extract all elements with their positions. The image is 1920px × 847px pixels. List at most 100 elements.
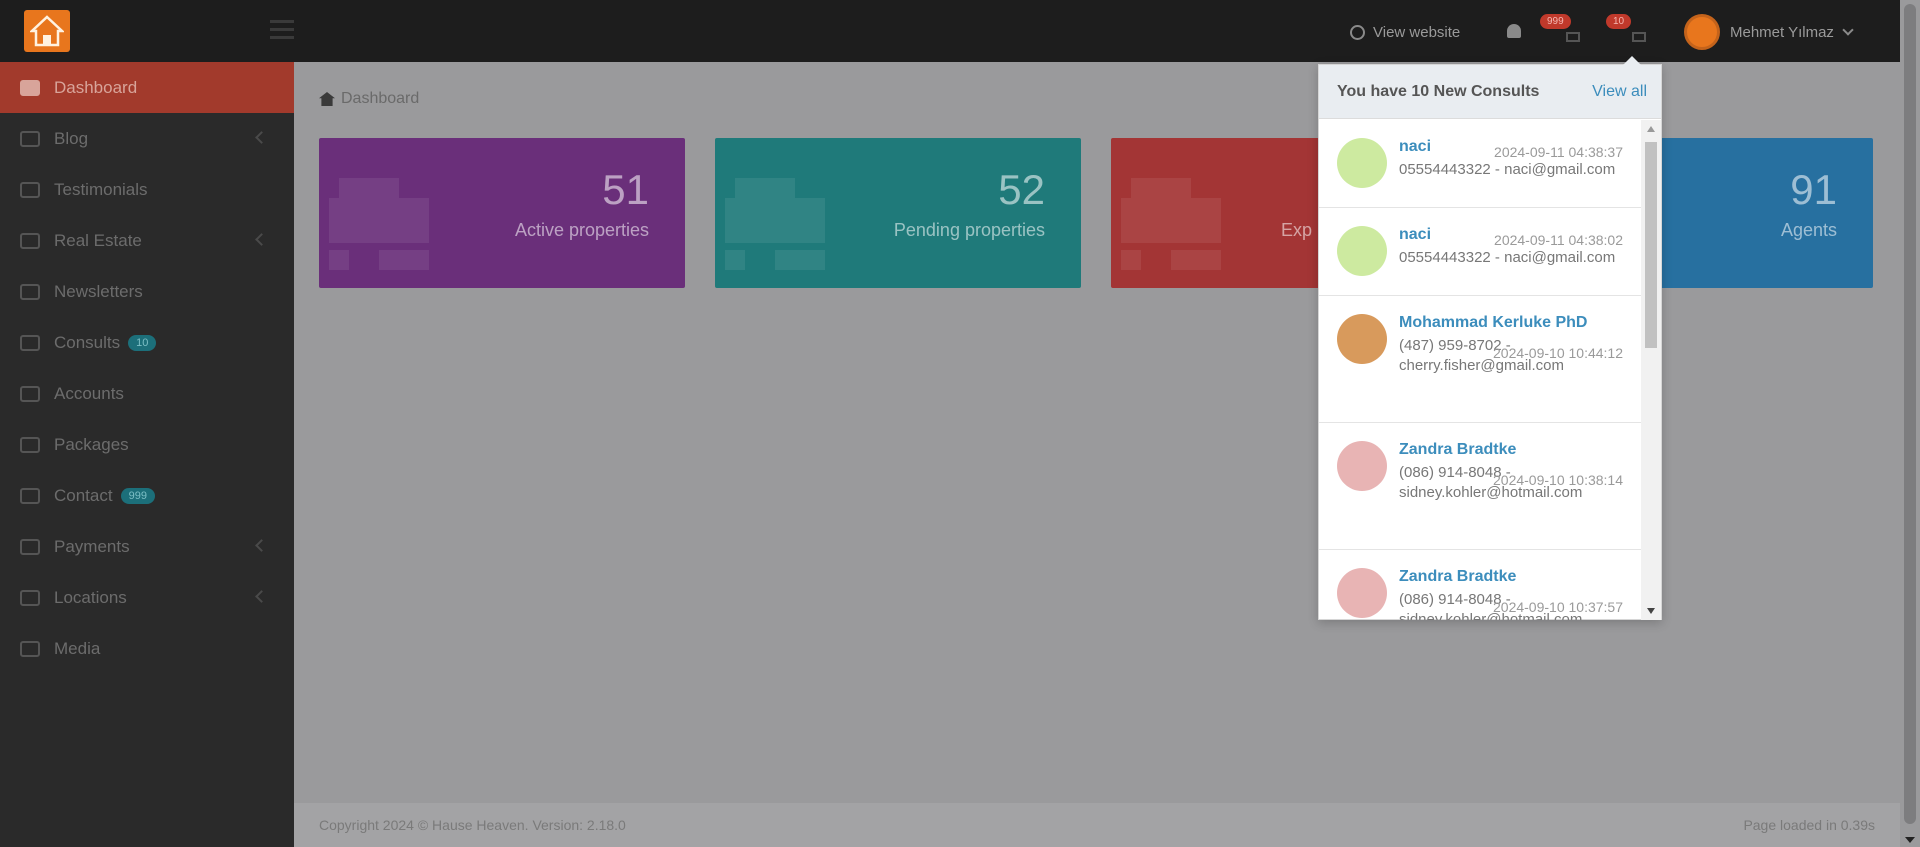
sidebar-item-label: Dashboard — [54, 77, 138, 97]
consult-date: 2024-09-10 10:37:57 — [1493, 599, 1623, 615]
avatar — [1337, 226, 1387, 276]
notification-badge: 10 — [1606, 14, 1632, 29]
consult-name: Zandra Bradtke — [1399, 441, 1517, 458]
avatar — [1337, 568, 1387, 618]
top-navbar: View website 999 10 Mehmet Yılmaz — [0, 0, 1900, 62]
view-website-label: View website — [1373, 24, 1461, 41]
sidebar-item-label: Locations — [54, 587, 127, 607]
sidebar-item-testimonials[interactable]: Testimonials — [0, 164, 294, 215]
consult-item[interactable]: 2024-09-10 10:38:14 Zandra Bradtke (086)… — [1319, 423, 1641, 550]
consult-date: 2024-09-11 04:38:37 — [1494, 144, 1623, 160]
sidebar-toggle-button[interactable] — [270, 20, 294, 40]
chevron-down-icon — [1842, 24, 1854, 36]
consult-item[interactable]: 2024-09-10 10:37:57 Zandra Bradtke (086)… — [1319, 550, 1641, 620]
headset-icon — [20, 334, 40, 351]
globe-icon — [1350, 25, 1365, 40]
consult-item[interactable]: 2024-09-11 04:38:37 naci 05554443322 - n… — [1319, 120, 1641, 208]
sidebar-item-accounts[interactable]: Accounts — [0, 368, 294, 419]
user-name: Mehmet Yılmaz — [1730, 23, 1834, 41]
users-icon — [20, 385, 40, 402]
consults-count-badge: 10 — [128, 334, 157, 351]
consult-date: 2024-09-10 10:38:14 — [1493, 472, 1623, 488]
sidebar-item-label: Contact — [54, 485, 113, 505]
user-menu[interactable]: Mehmet Yılmaz — [1684, 14, 1854, 50]
sidebar-item-label: Payments — [54, 536, 130, 556]
comment-icon — [20, 181, 40, 198]
sidebar-item-real-estate[interactable]: Real Estate — [0, 215, 294, 266]
payment-icon — [20, 538, 40, 555]
view-all-link[interactable]: View all — [1592, 83, 1647, 101]
logo[interactable] — [24, 10, 70, 52]
consult-date: 2024-09-11 04:38:02 — [1494, 232, 1623, 248]
consults-dropdown: You have 10 New Consults View all 2024-0… — [1318, 56, 1662, 620]
globe-icon — [20, 589, 40, 606]
chevron-left-icon — [255, 590, 268, 603]
sidebar-item-label: Packages — [54, 434, 129, 454]
sidebar-item-label: Newsletters — [54, 281, 143, 301]
sidebar-item-media[interactable]: Media — [0, 623, 294, 674]
dropdown-scrollbar[interactable] — [1641, 120, 1661, 620]
briefcase-icon — [1121, 178, 1231, 278]
stat-value: 52 — [998, 166, 1045, 213]
scroll-down-arrow-icon[interactable] — [1905, 837, 1915, 843]
sidebar-item-label: Media — [54, 638, 101, 658]
consult-item[interactable]: 2024-09-10 10:44:12 Mohammad Kerluke PhD… — [1319, 296, 1641, 423]
consult-info: 05554443322 - naci@gmail.com — [1399, 161, 1616, 178]
sidebar-item-dashboard[interactable]: Dashboard — [0, 62, 294, 113]
house-logo-icon — [30, 15, 64, 47]
sidebar-item-label: Consults — [54, 332, 121, 352]
package-icon — [20, 436, 40, 453]
sidebar-item-label: Real Estate — [54, 230, 142, 250]
sidebar-item-label: Testimonials — [54, 179, 148, 199]
contact-count-badge: 999 — [120, 487, 155, 504]
sidebar-item-label: Blog — [54, 128, 89, 148]
page-scrollbar[interactable] — [1900, 0, 1920, 847]
avatar — [1337, 314, 1387, 364]
dropdown-title: You have 10 New Consults — [1337, 82, 1540, 100]
consult-info: 05554443322 - naci@gmail.com — [1399, 249, 1616, 266]
scroll-up-arrow-icon[interactable] — [1647, 126, 1655, 132]
footer: Copyright 2024 © Hause Heaven. Version: … — [294, 803, 1900, 847]
notification-badge: 999 — [1540, 14, 1571, 29]
scrollbar-thumb[interactable] — [1904, 4, 1916, 824]
sidebar-item-payments[interactable]: Payments — [0, 521, 294, 572]
chevron-left-icon — [255, 539, 268, 552]
breadcrumb: Dashboard — [319, 90, 419, 108]
dropdown-header: You have 10 New Consults View all — [1319, 65, 1661, 119]
sidebar-item-contact[interactable]: Contact 999 — [0, 470, 294, 521]
home-icon — [20, 79, 40, 96]
sidebar-item-newsletters[interactable]: Newsletters — [0, 266, 294, 317]
chevron-left-icon — [255, 131, 268, 144]
sidebar: Dashboard Blog Testimonials Real Estate … — [0, 62, 294, 847]
envelope-icon — [1566, 32, 1580, 42]
consult-name: Zandra Bradtke — [1399, 568, 1517, 585]
scrollbar-thumb[interactable] — [1645, 142, 1657, 348]
avatar — [1337, 138, 1387, 188]
bed-icon — [20, 232, 40, 249]
envelope-icon — [20, 487, 40, 504]
newspaper-icon — [20, 283, 40, 300]
briefcase-icon — [725, 178, 835, 278]
stat-card-active-properties[interactable]: 51 Active properties — [319, 138, 685, 288]
sidebar-item-locations[interactable]: Locations — [0, 572, 294, 623]
stat-card-pending-properties[interactable]: 52 Pending properties — [715, 138, 1081, 288]
scroll-down-arrow-icon[interactable] — [1647, 608, 1655, 614]
bell-icon[interactable] — [1507, 24, 1521, 38]
stat-value: 91 — [1790, 166, 1837, 213]
sidebar-item-consults[interactable]: Consults 10 — [0, 317, 294, 368]
consult-item[interactable]: 2024-09-11 04:38:02 naci 05554443322 - n… — [1319, 208, 1641, 296]
consult-name: Mohammad Kerluke PhD — [1399, 314, 1588, 331]
image-icon — [20, 640, 40, 657]
sidebar-item-label: Accounts — [54, 383, 124, 403]
stat-value: 51 — [602, 166, 649, 213]
briefcase-icon — [329, 178, 439, 278]
sidebar-item-blog[interactable]: Blog — [0, 113, 294, 164]
view-website-link[interactable]: View website — [1350, 24, 1460, 41]
breadcrumb-item-dashboard[interactable]: Dashboard — [341, 90, 419, 108]
consult-date: 2024-09-10 10:44:12 — [1493, 345, 1623, 361]
stat-label: Pending properties — [893, 220, 1045, 240]
page-load-time: Page loaded in 0.39s — [1743, 817, 1875, 833]
avatar — [1337, 441, 1387, 491]
home-icon — [319, 92, 335, 106]
sidebar-item-packages[interactable]: Packages — [0, 419, 294, 470]
